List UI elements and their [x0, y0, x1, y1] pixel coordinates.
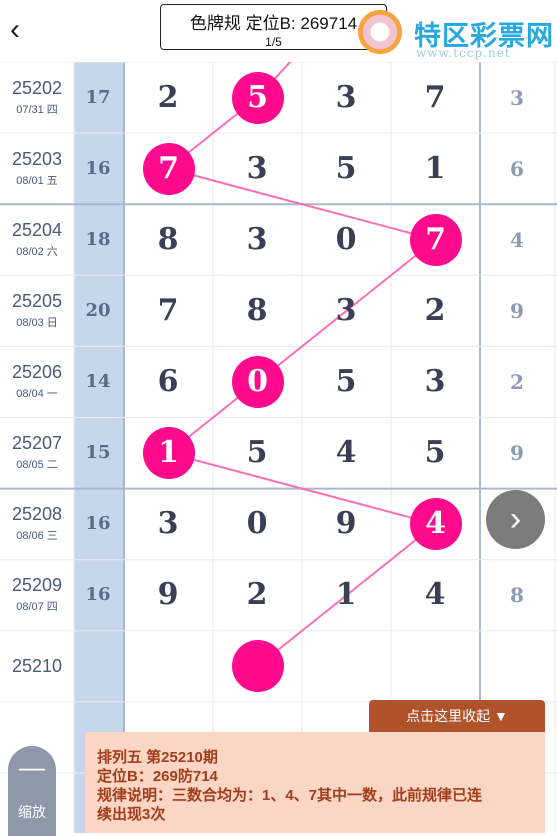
header-bar: ‹ 色牌规 定位B: 269714 1/5 特区彩票网 www.tccp.net — [0, 0, 557, 62]
sum-value: 16 — [85, 584, 111, 606]
digit-cell: 5 — [246, 435, 268, 471]
right-value: 8 — [510, 583, 524, 608]
digit-cell: 2 — [424, 292, 446, 328]
highlight-ball: 7 — [142, 142, 195, 195]
digit-cell: 2 — [246, 577, 268, 613]
sum-value: 18 — [85, 228, 111, 250]
highlight-ball: 5 — [231, 71, 284, 124]
issue-cell: 25209 08/07 四 — [0, 575, 74, 614]
chevron-right-icon: › — [509, 500, 522, 538]
digit-cell: 7 — [157, 292, 179, 328]
issue-date: 08/02 六 — [16, 245, 58, 258]
right-value: 3 — [510, 85, 524, 110]
issue-cell: 25204 08/02 六 — [0, 220, 74, 259]
digit-cell: 0 — [335, 221, 357, 257]
digit-cell: 1 — [335, 577, 357, 613]
issue-date: 08/04 一 — [16, 387, 58, 400]
issue-number: 25210 — [11, 656, 63, 677]
sum-value: 16 — [85, 157, 111, 179]
digit-cell: 4 — [335, 435, 357, 471]
issue-cell: 25206 08/04 一 — [0, 362, 74, 401]
issue-date: 08/05 二 — [16, 459, 58, 472]
digit-cell: 4 — [424, 577, 446, 613]
issue-number: 25206 — [11, 361, 63, 382]
issue-number: 25202 — [11, 77, 63, 98]
digit-cell: 3 — [246, 221, 268, 257]
sum-value: 16 — [85, 513, 111, 535]
issue-number: 25203 — [11, 148, 63, 169]
issue-number: 25208 — [11, 504, 63, 525]
highlight-ball — [231, 640, 284, 693]
minus-icon: — — [19, 752, 45, 782]
page-title: 色牌规 定位B: 269714 — [189, 14, 358, 33]
digit-cell: 0 — [246, 506, 268, 542]
issue-cell: 25203 08/01 五 — [0, 149, 74, 188]
issue-cell: 25208 08/06 三 — [0, 504, 74, 543]
logo-icon — [358, 10, 402, 54]
sum-value: 15 — [85, 442, 111, 464]
issue-cell: 25205 08/03 日 — [0, 291, 74, 330]
info-line-issue: 排列五 第25210期 — [97, 749, 218, 766]
issue-cell: 25210 — [0, 656, 74, 677]
digit-cell: 3 — [335, 79, 357, 115]
digit-cell: 5 — [335, 363, 357, 399]
sum-value: 17 — [85, 86, 111, 108]
issue-date: 08/06 三 — [16, 530, 58, 543]
issue-date: 08/01 五 — [16, 174, 58, 187]
issue-number: 25204 — [11, 219, 63, 240]
right-value: 9 — [510, 441, 524, 466]
digit-cell: 2 — [157, 79, 179, 115]
page-indicator: 1/5 — [265, 35, 282, 49]
highlight-ball: 4 — [409, 498, 462, 551]
issue-date: 07/31 四 — [16, 103, 58, 116]
digit-cell: 1 — [424, 150, 446, 186]
digit-cell: 7 — [424, 79, 446, 115]
digit-cell: 9 — [157, 577, 179, 613]
digit-cell: 8 — [157, 221, 179, 257]
digit-cell: 6 — [157, 363, 179, 399]
zoom-label: 缩放 — [18, 804, 46, 820]
right-value: 4 — [510, 227, 524, 252]
issue-date: 08/07 四 — [16, 601, 58, 614]
issue-date: 08/03 日 — [16, 316, 58, 329]
highlight-ball: 0 — [231, 355, 284, 408]
digit-cell: 5 — [424, 435, 446, 471]
issue-cell: 25202 07/31 四 — [0, 78, 74, 117]
digit-cell: 8 — [246, 292, 268, 328]
issue-number: 25209 — [11, 575, 63, 596]
digit-cell: 3 — [424, 363, 446, 399]
sum-value: 20 — [85, 299, 111, 321]
right-value: 2 — [510, 369, 524, 394]
right-value: 9 — [510, 298, 524, 323]
zoom-button[interactable]: — 缩放 — [8, 746, 56, 836]
digit-cell: 9 — [335, 506, 357, 542]
highlight-ball: 1 — [142, 427, 195, 480]
info-line-position: 定位B：269防714 — [97, 768, 218, 785]
digit-cell: 3 — [335, 292, 357, 328]
collapse-button[interactable]: 点击这里收起 ▼ — [369, 700, 545, 732]
chevron-left-icon[interactable]: ‹ — [10, 12, 40, 48]
right-value: 6 — [510, 156, 524, 181]
issue-number: 25207 — [11, 433, 63, 454]
digit-cell: 3 — [246, 150, 268, 186]
next-button[interactable]: › — [486, 490, 545, 549]
issue-number: 25205 — [11, 290, 63, 311]
digit-cell: 5 — [335, 150, 357, 186]
highlight-ball: 7 — [409, 213, 462, 266]
sum-value: 14 — [85, 370, 111, 392]
info-panel: 排列五 第25210期 定位B：269防714 规律说明：三数合均为：1、4、7… — [85, 732, 545, 833]
logo-url: www.tccp.net — [416, 46, 511, 60]
info-line-rule-cont: 续出现3次 — [97, 806, 166, 823]
issue-cell: 25207 08/05 二 — [0, 433, 74, 472]
title-box[interactable]: 色牌规 定位B: 269714 1/5 — [160, 4, 387, 50]
info-line-rule: 规律说明：三数合均为：1、4、7其中一数，此前规律已连 — [97, 787, 483, 804]
digit-cell: 3 — [157, 506, 179, 542]
